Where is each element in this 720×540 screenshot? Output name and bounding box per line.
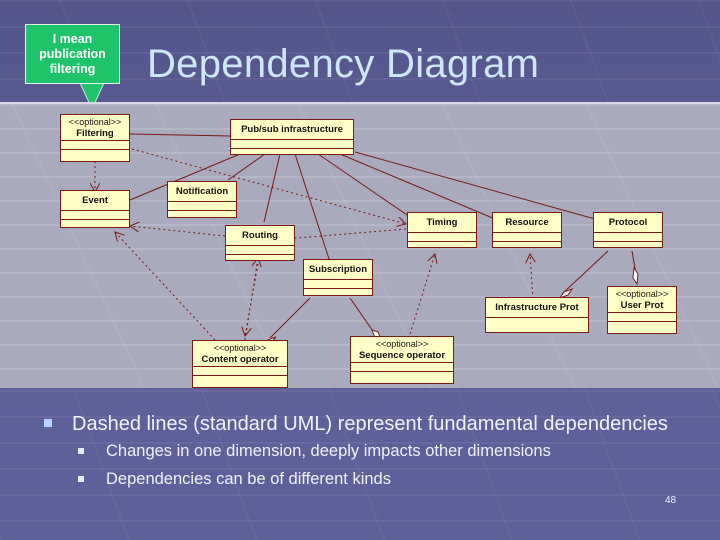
class-name: Routing (242, 230, 278, 241)
class-methods (608, 322, 676, 330)
class-attributes (61, 141, 129, 150)
class-infrastructure-prot[interactable]: Infrastructure Prot (485, 297, 589, 333)
class-filtering[interactable]: <<optional>> Filtering (60, 114, 130, 162)
sub-bullet-text: Changes in one dimension, deeply impacts… (106, 442, 551, 460)
class-attributes (408, 233, 476, 242)
class-methods (493, 242, 561, 250)
class-methods (61, 150, 129, 158)
class-timing[interactable]: Timing (407, 212, 477, 248)
assoc-subscription-sequenceop (349, 297, 376, 335)
class-stereotype: <<optional>> (615, 289, 669, 299)
class-attributes (61, 211, 129, 220)
class-sequence-operator[interactable]: <<optional>> Sequence operator (350, 336, 454, 384)
slide-title: Dependency Diagram (147, 42, 540, 86)
assoc-pubsub-subscription (294, 153, 331, 263)
class-methods (226, 255, 294, 263)
assoc-pubsub-routing (263, 153, 281, 223)
class-name: Event (82, 195, 108, 206)
class-stereotype: <<optional>> (375, 339, 429, 349)
sub-bullet-item: Dependencies can be of different kinds (44, 466, 692, 492)
class-attributes (304, 280, 372, 289)
class-attributes (493, 233, 561, 242)
sub-bullet-text: Dependencies can be of different kinds (106, 470, 391, 488)
assoc-pubsub-notification (227, 153, 266, 181)
class-attributes (351, 363, 453, 372)
class-methods (594, 242, 662, 250)
dependency-contentop-event (115, 232, 216, 341)
assoc-pubsub-protocol (354, 151, 596, 220)
class-methods (61, 220, 129, 228)
assoc-pubsub-resource (339, 153, 496, 220)
class-stereotype: <<optional>> (68, 117, 122, 127)
class-stereotype: <<optional>> (213, 343, 267, 353)
class-content-operator[interactable]: <<optional>> Content operator (192, 340, 288, 388)
sub-bullet-square-icon (78, 448, 84, 454)
class-notification[interactable]: Notification (167, 181, 237, 218)
class-methods (193, 376, 287, 384)
class-methods (351, 372, 453, 380)
class-resource[interactable]: Resource (492, 212, 562, 248)
class-methods (168, 211, 236, 219)
dependency-timing-routing (285, 228, 407, 239)
class-name: Protocol (608, 217, 648, 228)
class-event[interactable]: Event (60, 190, 130, 228)
class-name: Resource (505, 217, 549, 228)
class-name: Pub/sub infrastructure (241, 124, 343, 135)
class-protocol[interactable]: Protocol (593, 212, 663, 248)
page-number: 48 (665, 495, 677, 506)
sub-bullet-item: Changes in one dimension, deeply impacts… (44, 438, 692, 464)
dependency-routing-event (130, 226, 226, 237)
class-routing[interactable]: Routing (225, 225, 295, 261)
assoc-filtering-pubsub (129, 133, 231, 137)
sub-bullet-square-icon (78, 476, 84, 482)
class-attributes (226, 246, 294, 255)
class-attributes (231, 140, 353, 149)
bullet-text: Dashed lines (standard UML) represent fu… (72, 413, 668, 435)
dependency-infraprot-resource (530, 254, 533, 300)
class-methods (304, 289, 372, 297)
bullet-list: Dashed lines (standard UML) represent fu… (44, 412, 692, 492)
class-attributes (193, 367, 287, 376)
assoc-subscription-contentop (269, 297, 311, 339)
class-name: User Prot (620, 300, 664, 311)
bullet-item: Dashed lines (standard UML) represent fu… (44, 412, 692, 436)
aggregation-diamond (632, 266, 639, 286)
dependency-sequenceop-timing (409, 254, 435, 335)
class-name: Filtering (76, 128, 114, 139)
class-attributes (608, 313, 676, 322)
class-methods (408, 242, 476, 250)
class-name: Notification (175, 186, 229, 197)
bullet-square-icon (44, 419, 52, 427)
dependency-routing-contentop (245, 263, 259, 336)
class-name: Sequence operator (358, 350, 446, 361)
uml-dependency-diagram: <<optional>> Filtering Pub/sub infrastruc… (0, 102, 720, 388)
class-attributes (486, 318, 588, 334)
class-name: Subscription (308, 264, 368, 275)
class-attributes (594, 233, 662, 242)
class-attributes (168, 202, 236, 211)
class-name: Content operator (201, 354, 279, 365)
class-subscription[interactable]: Subscription (303, 259, 373, 296)
class-name: Infrastructure Prot (495, 302, 579, 313)
callout-note: I mean publication filtering (25, 24, 120, 84)
class-user-prot[interactable]: <<optional>> User Prot (607, 286, 677, 334)
class-name: Timing (426, 217, 458, 228)
class-methods (231, 149, 353, 157)
class-pubsub-infrastructure[interactable]: Pub/sub infrastructure (230, 119, 354, 155)
assoc-protocol-infraprot (561, 250, 609, 295)
